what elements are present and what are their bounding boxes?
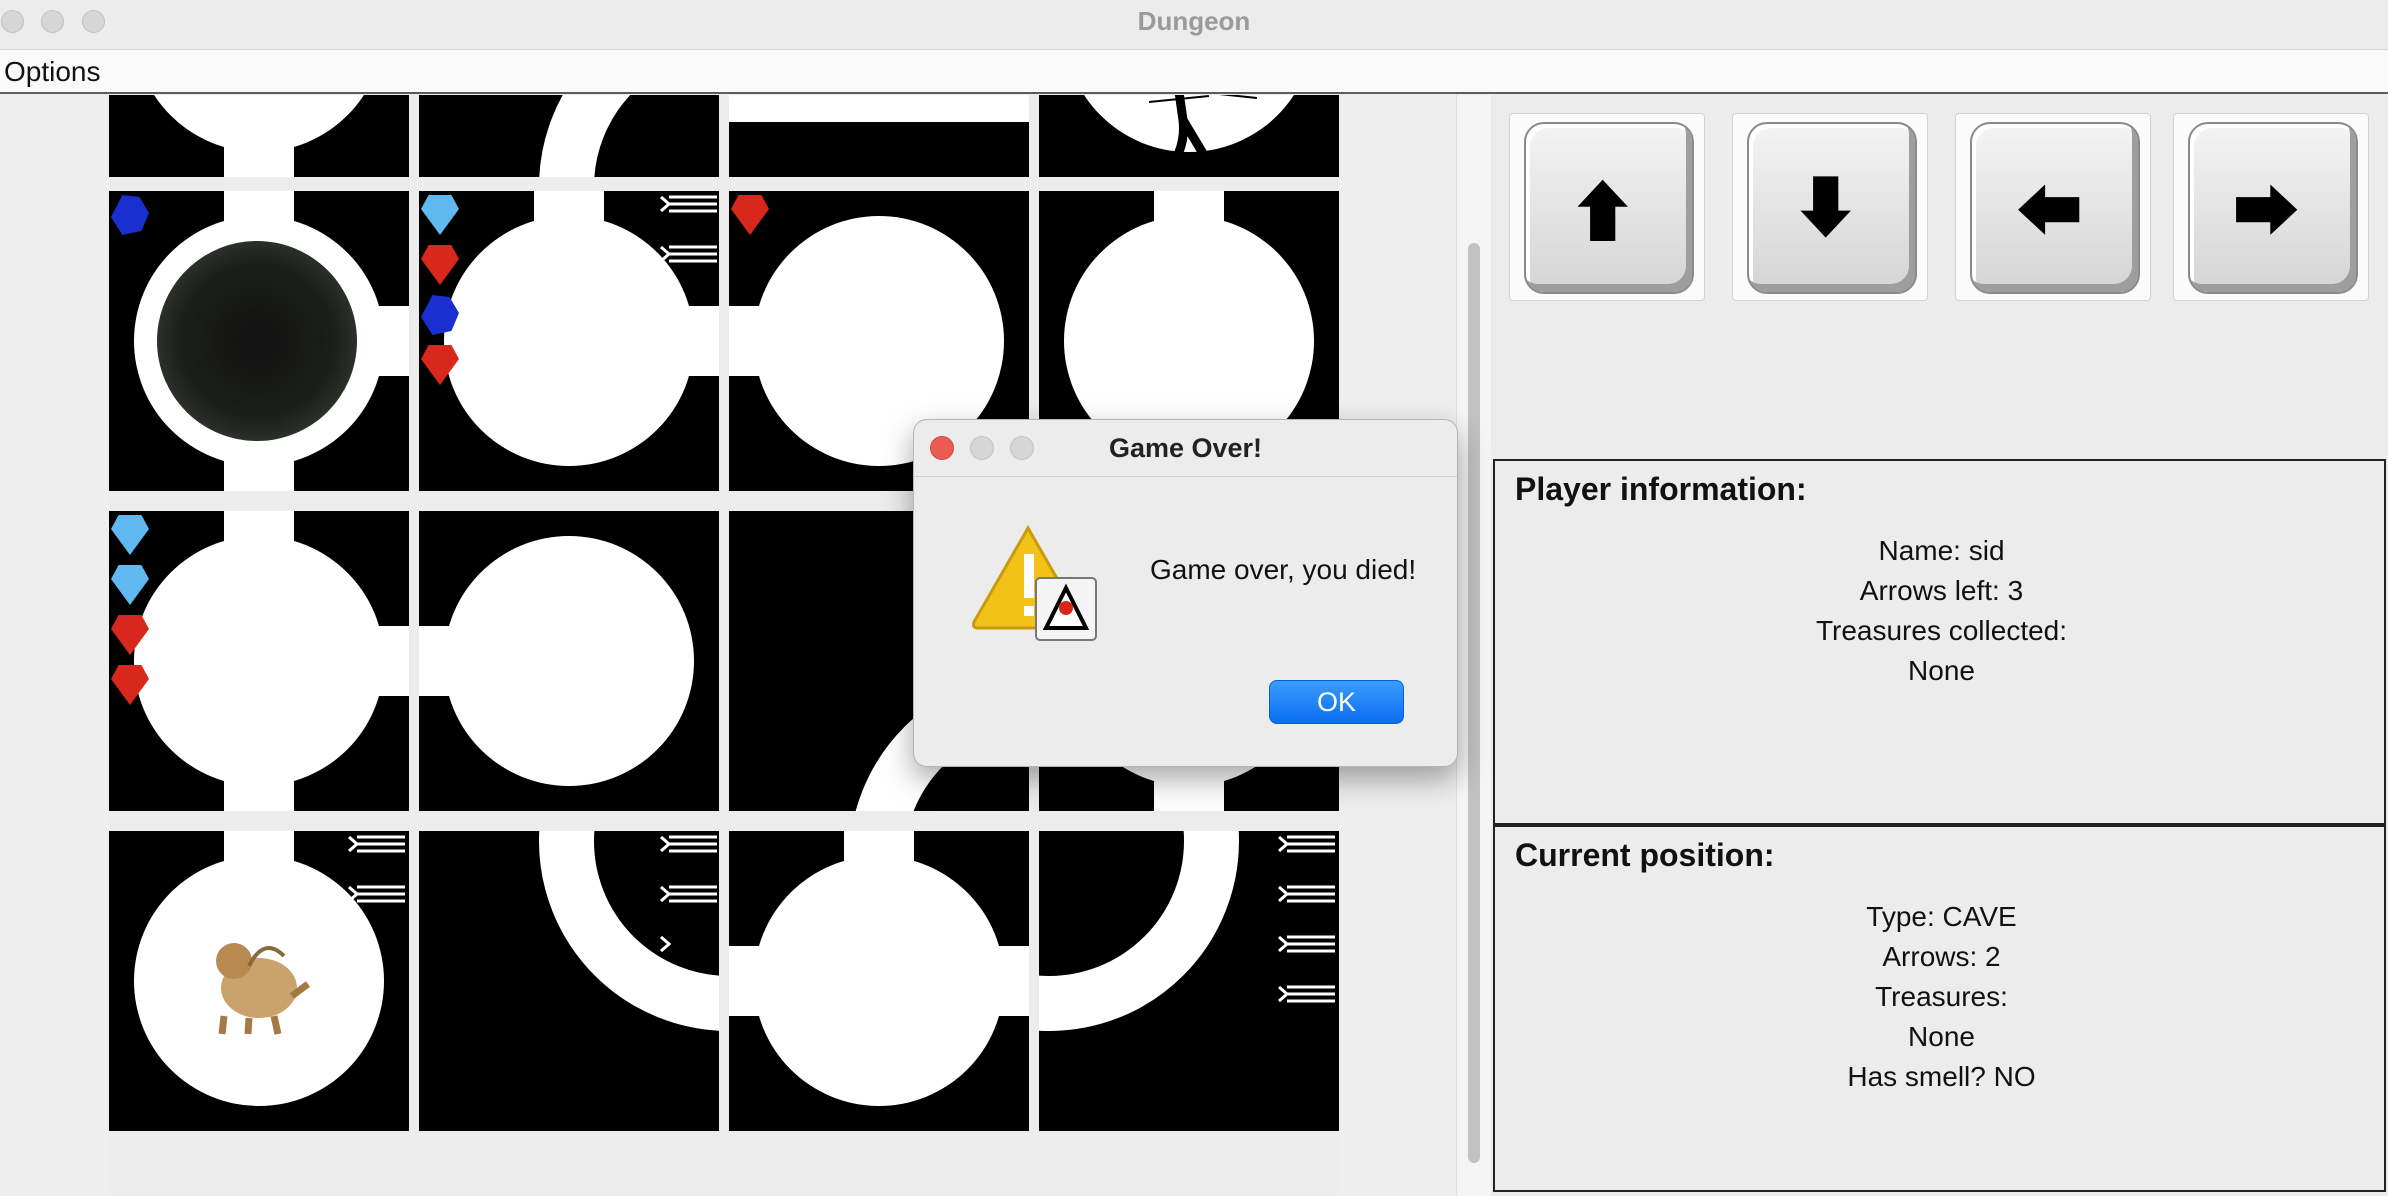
dialog-title: Game Over! (1108, 433, 1263, 463)
player-name: Name: sid (1878, 535, 2005, 566)
dungeon-tile (729, 831, 1029, 1131)
dungeon-tile (1039, 831, 1339, 1131)
arrow-stack-icon (1278, 835, 1335, 853)
player-figure-icon (1149, 95, 1258, 177)
dungeon-tile (109, 95, 409, 177)
move-down-button[interactable] (1732, 113, 1928, 301)
arrow-stack-icon (660, 245, 717, 263)
player-arrows-left: Arrows left: 3 (1859, 575, 2024, 606)
arrow-stack-icon (1278, 985, 1335, 1003)
dungeon-tile (419, 191, 719, 491)
position-arrows: Arrows: 2 (1882, 941, 2001, 972)
position-treasures-value: None (1908, 1021, 1975, 1052)
arrow-left-icon (2018, 184, 2080, 235)
arrow-stack-icon (660, 935, 672, 953)
pit-icon (157, 241, 357, 441)
dungeon-tile (109, 191, 409, 491)
window-titlebar: Dungeon (0, 0, 2388, 50)
arrow-right-icon (2236, 184, 2298, 235)
arrow-stack-icon (660, 195, 717, 213)
sapphire-icon (111, 195, 149, 235)
dungeon-tile (109, 831, 409, 1131)
arrow-up-icon (1577, 179, 1628, 241)
arrow-stack-icon (348, 835, 405, 853)
arrow-stack-icon (1278, 935, 1335, 953)
arrow-stack-icon (660, 885, 717, 903)
dungeon-tile (1039, 95, 1339, 177)
game-over-dialog: Game Over! Game over, you died! OK (913, 419, 1458, 767)
position-type: Type: CAVE (1866, 901, 2017, 932)
diamond-icon (421, 195, 459, 235)
dungeon-tile (419, 831, 719, 1131)
dungeon-tile (729, 95, 1029, 177)
move-left-button[interactable] (1955, 113, 2151, 301)
diamond-icon (111, 565, 149, 605)
ruby-icon (421, 245, 459, 285)
current-position-panel: Current position: Type: CAVE Arrows: 2 T… (1493, 825, 2386, 1192)
player-info-panel: Player information: Name: sid Arrows lef… (1493, 459, 2386, 825)
dialog-message: Game over, you died! (1150, 554, 1417, 585)
move-right-button[interactable] (2173, 113, 2369, 301)
ruby-icon (731, 195, 769, 235)
diamond-icon (111, 515, 149, 555)
arrow-stack-icon (660, 295, 672, 313)
move-up-button[interactable] (1509, 113, 1705, 301)
position-smell: Has smell? NO (1847, 1061, 2036, 1092)
arrow-stack-icon (1278, 885, 1335, 903)
arrow-down-icon (1800, 176, 1851, 238)
arrow-stack-icon (660, 345, 672, 363)
dialog-titlebar: Game Over! (914, 420, 1457, 477)
warning-icon (972, 524, 1097, 641)
board-scrollbar-thumb[interactable] (1468, 243, 1480, 1163)
player-info-heading: Player information: (1515, 471, 1807, 507)
ok-button[interactable]: OK (1269, 680, 1404, 724)
menu-bar: Options (0, 50, 2388, 94)
board-scrollbar[interactable] (1456, 95, 1491, 1196)
current-position-heading: Current position: (1515, 837, 1775, 873)
arrow-stack-icon (348, 885, 405, 903)
dungeon-tile (109, 511, 409, 811)
player-treasures-value: None (1908, 655, 1975, 686)
menu-options[interactable]: Options (4, 56, 101, 88)
position-treasures-label: Treasures: (1875, 981, 2008, 1012)
dungeon-tile (419, 511, 719, 811)
monster-icon (216, 943, 311, 1035)
arrow-stack-icon (660, 835, 717, 853)
dungeon-tile (419, 95, 719, 177)
player-treasures-label: Treasures collected: (1815, 615, 2068, 646)
window-title: Dungeon (1137, 6, 1251, 36)
